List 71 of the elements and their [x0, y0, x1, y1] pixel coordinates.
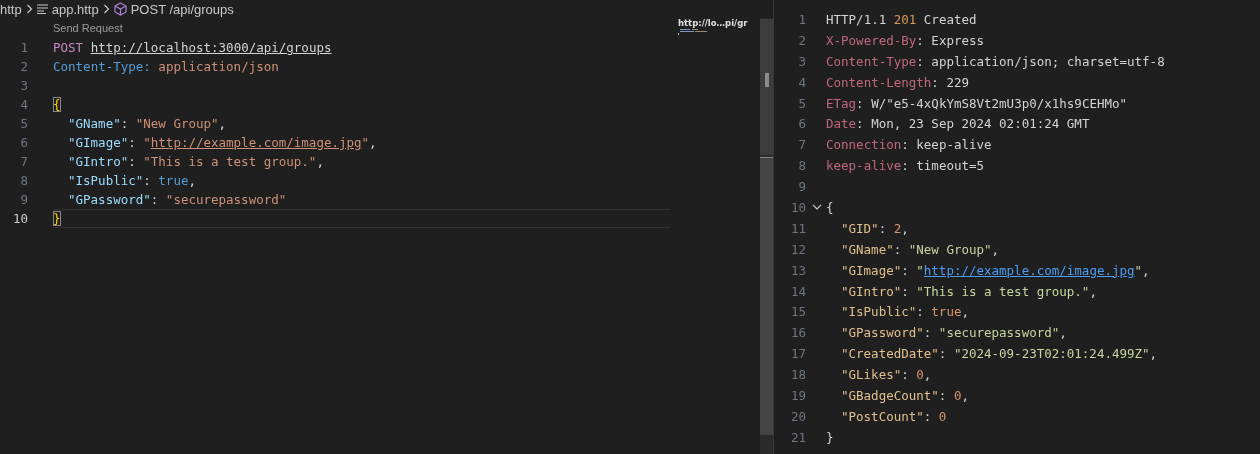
minimap-drawing — [678, 29, 708, 35]
send-request-link[interactable]: Send Request — [53, 18, 123, 38]
line-number: 1 — [797, 11, 806, 27]
code-line: } — [53, 211, 61, 226]
line-number: 3 — [797, 53, 806, 69]
code-line: { — [826, 199, 834, 215]
code-line: "GIntro": "This is a test group.", — [841, 283, 1097, 299]
code-line: "GName": "New Group", — [68, 116, 227, 131]
code-line: Content-Type: application/json; charset=utf-8 — [826, 53, 1165, 69]
code-line: "GLikes": 0, — [841, 367, 932, 383]
file-lines-icon — [36, 4, 48, 14]
line-number: 5 — [19, 116, 28, 131]
line-number: 6 — [797, 116, 806, 132]
line-number: 8 — [797, 158, 806, 174]
line-number: 2 — [797, 32, 806, 48]
breadcrumb-item[interactable]: app.http — [51, 1, 99, 17]
code-line: Date: Mon, 23 Sep 2024 02:01:24 GMT — [826, 116, 1090, 132]
line-number: 6 — [19, 135, 28, 150]
line-number: 1 — [19, 40, 28, 55]
line-number: 12 — [789, 241, 806, 257]
code-line: "IsPublic": true, — [68, 173, 196, 188]
code-line: HTTP/1.1 201 Created — [826, 11, 977, 27]
code-line: "IsPublic": true, — [841, 304, 969, 320]
code-line: "GID": 2, — [841, 220, 909, 236]
line-number: 17 — [789, 346, 806, 362]
line-number: 14 — [789, 283, 806, 299]
line-number: 7 — [19, 154, 28, 169]
code-line: } — [826, 429, 834, 445]
line-number: 7 — [797, 137, 806, 153]
code-line: "GName": "New Group", — [841, 241, 1000, 257]
line-number: 9 — [797, 179, 806, 195]
line-number: 21 — [789, 429, 806, 445]
line-number: 19 — [789, 387, 806, 403]
code-line: POST http://localhost:3000/api/groups — [53, 40, 332, 55]
chevron-right-icon — [25, 4, 33, 14]
line-number: 5 — [797, 95, 806, 111]
line-number: 2 — [19, 59, 28, 74]
scrollbar[interactable] — [760, 18, 773, 454]
code-line: Content-Length: 229 — [826, 74, 969, 90]
code-line: "GPassword": "securepassword" — [68, 192, 287, 207]
line-number: 4 — [19, 97, 28, 112]
breadcrumb-item[interactable]: POST /api/groups — [130, 1, 234, 17]
line-number: 16 — [789, 325, 806, 341]
code-line: keep-alive: timeout=5 — [826, 158, 985, 174]
line-number: 18 — [789, 367, 806, 383]
line-number: 4 — [797, 74, 806, 90]
code-line: "GPassword": "securepassword", — [841, 325, 1067, 341]
cube-icon — [113, 2, 127, 16]
minimap-title: http://lo…pi/gr — [678, 18, 749, 28]
code-line: "GBadgeCount": 0, — [841, 387, 969, 403]
code-line: "GImage": "http://example.com/image.jpg", — [68, 135, 377, 150]
code-line: X-Powered-By: Express — [826, 32, 985, 48]
code-line: ETag: W/"e5-4xQkYmS8Vt2mU3p0/x1hs9CEHMo" — [826, 95, 1128, 111]
code-line: "GImage": "http://example.com/image.jpg", — [841, 262, 1150, 278]
code-line: "PostCount": 0 — [841, 408, 947, 424]
code-line: { — [53, 97, 61, 112]
code-line: "CreatedDate": "2024-09-23T02:01:24.499Z", — [841, 346, 1158, 362]
line-number: 10 — [11, 211, 28, 226]
line-number: 10 — [789, 199, 806, 215]
line-number: 15 — [789, 304, 806, 320]
code-line: Connection: keep-alive — [826, 137, 992, 153]
line-number: 9 — [19, 192, 28, 207]
line-number: 11 — [789, 220, 806, 236]
code-line: Content-Type: application/json — [53, 59, 279, 74]
code-line: "GIntro": "This is a test group.", — [68, 154, 324, 169]
line-number: 20 — [789, 408, 806, 424]
line-number: 13 — [789, 262, 806, 278]
line-number: 8 — [19, 173, 28, 188]
chevron-right-icon — [102, 4, 110, 14]
breadcrumb-item[interactable]: http — [0, 1, 22, 17]
line-number: 3 — [19, 78, 28, 93]
